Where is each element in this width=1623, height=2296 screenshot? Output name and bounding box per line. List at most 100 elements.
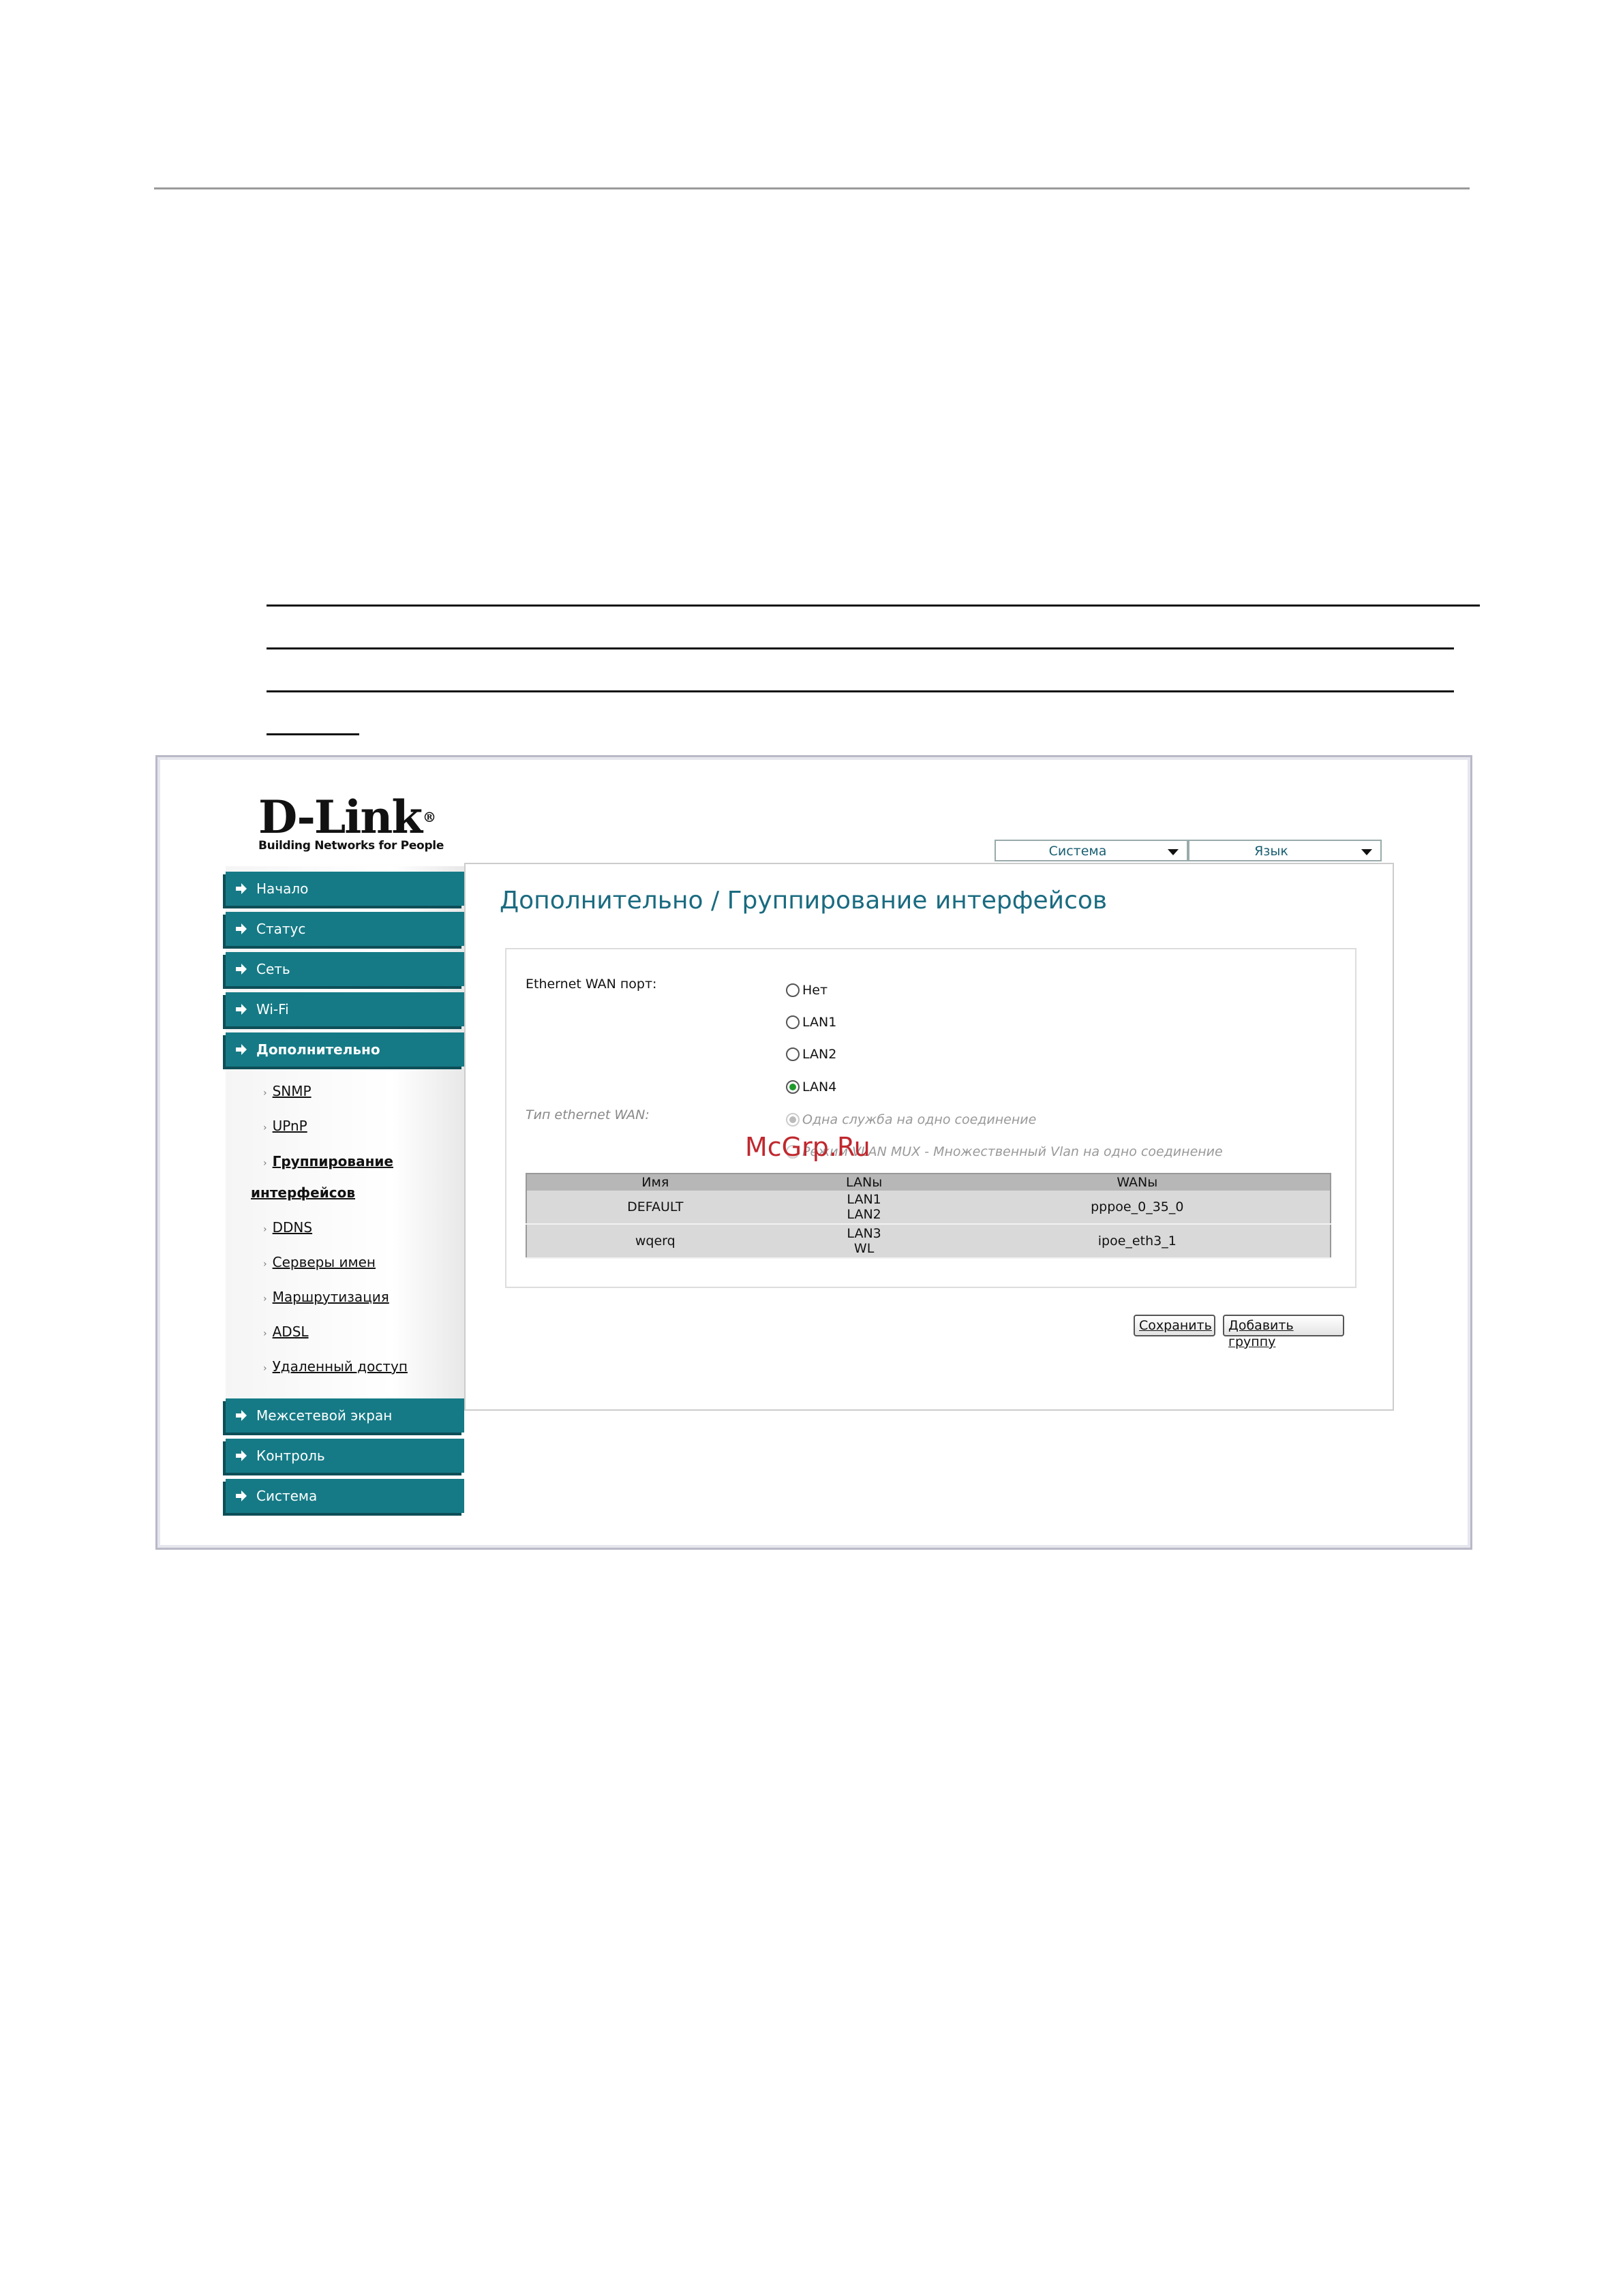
radio-label: Нет xyxy=(802,983,828,998)
table-row[interactable]: wqerq LAN3 WL ipoe_eth3_1 xyxy=(526,1224,1331,1259)
radio-label: LAN2 xyxy=(802,1047,837,1062)
subnav-item-adsl[interactable]: › ADSL xyxy=(263,1323,309,1340)
bullet-icon: › xyxy=(263,1158,267,1169)
subnav-item-interface-grouping[interactable]: › Группирование xyxy=(263,1153,393,1169)
nav-item-system[interactable]: Система xyxy=(226,1479,464,1513)
text-rule-4 xyxy=(267,733,359,735)
arrow-right-icon xyxy=(236,1044,247,1055)
column-header-name: Имя xyxy=(526,1174,784,1191)
cell-name: DEFAULT xyxy=(526,1191,784,1225)
sidebar xyxy=(226,866,464,1428)
subnav-item-interface-grouping-cont[interactable]: интерфейсов xyxy=(251,1184,355,1201)
chevron-down-icon xyxy=(1168,849,1179,855)
radio-button-checked[interactable] xyxy=(786,1113,800,1127)
bullet-icon: › xyxy=(263,1224,267,1235)
language-menu-dropdown[interactable]: Язык xyxy=(1188,840,1382,861)
arrow-right-icon xyxy=(236,923,247,934)
cell-wans: pppoe_0_35_0 xyxy=(944,1191,1331,1225)
bullet-icon: › xyxy=(263,1088,267,1099)
nav-item-control[interactable]: Контроль xyxy=(226,1439,464,1473)
table-row[interactable]: DEFAULT LAN1 LAN2 pppoe_0_35_0 xyxy=(526,1191,1331,1225)
watermark: McGrp.Ru xyxy=(745,1132,870,1162)
arrow-right-icon xyxy=(236,1450,247,1461)
table-header-row: Имя LANы WANы xyxy=(526,1174,1331,1191)
nav-item-label: Дополнительно xyxy=(256,1041,380,1058)
nav-item-advanced[interactable]: Дополнительно xyxy=(226,1032,464,1067)
radio-button[interactable] xyxy=(786,1015,800,1029)
nav-item-label: Wi-Fi xyxy=(256,1001,289,1017)
subnav-item-snmp[interactable]: › SNMP xyxy=(263,1083,312,1099)
nav-item-label: Статус xyxy=(256,921,306,937)
wan-type-option-single[interactable]: Одна служба на одно соединение xyxy=(786,1112,1036,1127)
subnav-label: Группирование xyxy=(272,1153,393,1169)
arrow-right-icon xyxy=(236,964,247,975)
nav-item-start[interactable]: Начало xyxy=(226,872,464,906)
radio-button[interactable] xyxy=(786,983,800,997)
nav-item-wifi[interactable]: Wi-Fi xyxy=(226,992,464,1026)
arrow-right-icon xyxy=(236,1490,247,1501)
nav-item-network[interactable]: Сеть xyxy=(226,952,464,986)
add-group-button[interactable]: Добавить группу xyxy=(1223,1315,1344,1349)
subnav-item-ddns[interactable]: › DDNS xyxy=(263,1219,312,1236)
nav-item-label: Контроль xyxy=(256,1448,325,1464)
text-rule-3 xyxy=(267,690,1454,692)
registered-icon: ® xyxy=(423,809,436,825)
radio-label: Одна служба на одно соединение xyxy=(802,1112,1037,1127)
wan-port-option-none[interactable]: Нет xyxy=(786,983,828,998)
bullet-icon: › xyxy=(263,1122,267,1133)
column-header-wans: WANы xyxy=(944,1174,1331,1191)
cell-lans: LAN1 LAN2 xyxy=(783,1191,945,1225)
bullet-icon: › xyxy=(263,1328,267,1339)
language-menu-label: Язык xyxy=(1254,844,1288,859)
subnav-label: Маршрутизация xyxy=(272,1289,389,1305)
nav-item-status[interactable]: Статус xyxy=(226,912,464,946)
cell-lan-item: LAN1 xyxy=(847,1192,881,1207)
router-screenshot: D-Link ® Building Networks for People Сис… xyxy=(155,755,1472,1550)
subnav-item-routing[interactable]: › Маршрутизация xyxy=(263,1289,389,1305)
system-menu-dropdown[interactable]: Система xyxy=(995,840,1188,861)
cell-lans: LAN3 WL xyxy=(783,1224,945,1259)
subnav-label: Серверы имен xyxy=(272,1254,376,1270)
bullet-icon: › xyxy=(263,1363,267,1374)
groups-table: Имя LANы WANы DEFAULT LAN1 LAN2 pppoe_0_… xyxy=(526,1173,1331,1259)
nav-item-label: Межсетевой экран xyxy=(256,1407,393,1424)
dlink-logo[interactable]: D-Link ® Building Networks for People xyxy=(258,795,444,853)
cell-name: wqerq xyxy=(526,1224,784,1259)
page-title: Дополнительно / Группирование интерфейсо… xyxy=(500,887,1108,915)
wan-port-option-lan2[interactable]: LAN2 xyxy=(786,1047,836,1062)
wan-port-option-lan1[interactable]: LAN1 xyxy=(786,1015,836,1030)
radio-label: LAN4 xyxy=(802,1080,837,1095)
text-rule-2 xyxy=(267,647,1454,649)
nav-item-firewall[interactable]: Межсетевой экран xyxy=(226,1398,464,1433)
cell-wans: ipoe_eth3_1 xyxy=(944,1224,1331,1259)
logo-brand: D-Link xyxy=(258,791,423,844)
subnav-label: интерфейсов xyxy=(251,1184,355,1201)
page-header-rule xyxy=(154,187,1470,189)
subnav-item-dns-servers[interactable]: › Серверы имен xyxy=(263,1254,376,1270)
subnav-label: UPnP xyxy=(272,1118,307,1134)
system-menu-label: Система xyxy=(1048,844,1107,859)
nav-item-label: Начало xyxy=(256,881,309,897)
subnav-label: DDNS xyxy=(272,1219,313,1236)
subnav-label: Удаленный доступ xyxy=(272,1358,408,1375)
subnav-item-remote-access[interactable]: › Удаленный доступ xyxy=(263,1358,408,1375)
wan-port-option-lan4[interactable]: LAN4 xyxy=(786,1080,836,1095)
arrow-right-icon xyxy=(236,1004,247,1015)
wan-type-label: Тип ethernet WAN: xyxy=(526,1107,650,1122)
radio-button-checked[interactable] xyxy=(786,1080,800,1094)
nav-item-label: Система xyxy=(256,1488,318,1504)
arrow-right-icon xyxy=(236,1410,247,1421)
bullet-icon: › xyxy=(263,1294,267,1304)
radio-label: LAN1 xyxy=(802,1015,837,1030)
subnav-label: ADSL xyxy=(272,1323,309,1340)
radio-button[interactable] xyxy=(786,1047,800,1061)
cell-lan-item: LAN2 xyxy=(847,1207,881,1222)
nav-item-label: Сеть xyxy=(256,961,290,977)
column-header-lans: LANы xyxy=(783,1174,945,1191)
chevron-down-icon xyxy=(1361,849,1372,855)
wan-port-label: Ethernet WAN порт: xyxy=(526,977,657,992)
text-rule-1 xyxy=(267,604,1480,607)
subnav-label: SNMP xyxy=(272,1083,312,1099)
subnav-item-upnp[interactable]: › UPnP xyxy=(263,1118,307,1134)
save-button[interactable]: Сохранить xyxy=(1134,1315,1215,1336)
